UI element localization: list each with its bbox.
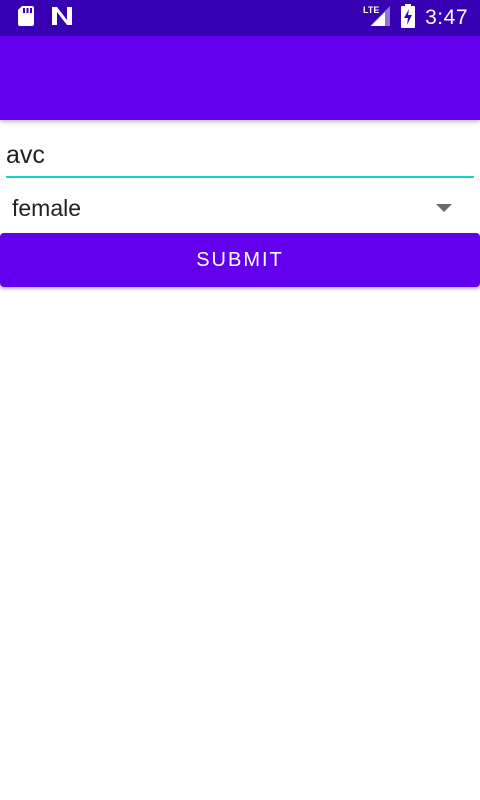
gender-spinner[interactable]: female (0, 186, 480, 230)
dropdown-arrow-icon (436, 204, 452, 212)
n-notification-icon (50, 5, 74, 32)
svg-text:LTE: LTE (363, 5, 379, 15)
status-right-icons: LTE 3:47 (363, 3, 468, 33)
lte-signal-icon: LTE (363, 4, 391, 33)
battery-charging-icon (401, 3, 416, 33)
gender-selected-value: female (12, 194, 82, 221)
status-bar: LTE 3:47 (0, 0, 480, 36)
name-input[interactable] (6, 138, 474, 178)
status-left-icons (16, 5, 74, 32)
submit-button[interactable]: SUBMIT (0, 233, 480, 287)
sd-card-icon (16, 5, 36, 32)
app-bar (0, 36, 480, 120)
clock: 3:47 (425, 6, 468, 29)
